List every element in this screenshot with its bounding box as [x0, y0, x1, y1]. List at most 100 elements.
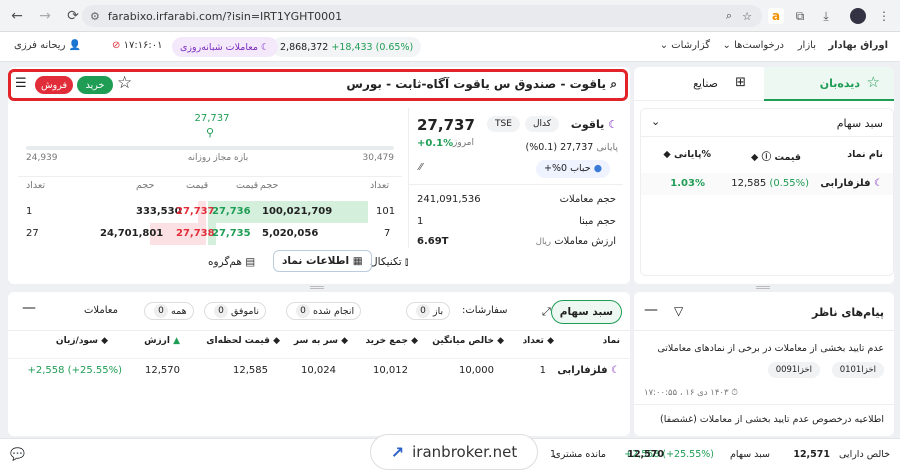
forward-icon[interactable]: → — [34, 5, 56, 27]
site-info-icon[interactable]: ⚙ — [90, 10, 100, 23]
resize-handle[interactable] — [756, 286, 770, 289]
trend-icon[interactable]: ⁄⁄ — [419, 162, 422, 173]
tab-industries[interactable]: صنایع ⊞ — [634, 67, 764, 101]
amazon-extension-icon[interactable]: a — [768, 8, 784, 24]
ob-sell-volume: 24,701,801 — [100, 228, 164, 239]
moon-icon: ☾ — [611, 365, 620, 376]
exchange-tag: TSE — [487, 116, 520, 132]
chat-icon[interactable]: 💬 — [10, 447, 25, 461]
minimize-icon[interactable]: — — [644, 302, 658, 318]
ob-header-buy-volume: حجم — [260, 180, 279, 191]
browser-menu-icon[interactable]: ⋮ — [876, 8, 892, 24]
buy-button[interactable]: خرید — [77, 76, 113, 94]
reload-icon[interactable]: ⟳ — [62, 5, 84, 27]
watchlist-star-icon[interactable]: ☆ — [117, 73, 132, 93]
filter-icon[interactable]: ▽ — [674, 304, 683, 318]
user-menu[interactable]: 👤 ریحانه فرزی — [14, 40, 81, 51]
col-value[interactable]: ▲ ارزش — [144, 336, 180, 346]
menu-market[interactable]: بازار — [798, 40, 816, 51]
watch-row[interactable]: ☾ فلزفارابی 12,585 (0.55%) 1.03% — [641, 173, 893, 195]
message-tag[interactable]: اخزا0101 — [831, 362, 884, 378]
watch-symbol-name: فلزفارابی — [820, 178, 871, 189]
filter-all-label: همه — [171, 305, 187, 317]
back-icon[interactable]: ← — [6, 5, 28, 27]
trades-tab[interactable]: معاملات — [84, 305, 118, 316]
range-marker-icon: ⚲ — [206, 126, 215, 139]
codal-tag[interactable]: کدال — [525, 116, 560, 132]
ob-sell-price[interactable]: 27,737 — [176, 206, 215, 217]
col-count[interactable]: ◆ تعداد — [523, 336, 554, 346]
connection-icon: ⊘ — [112, 40, 121, 51]
address-bar[interactable]: ⚙ farabixo.irfarabi.com/?isin=IRT1YGHT00… — [82, 5, 762, 27]
tab-watch[interactable]: دیده‌بان ☆ — [764, 67, 894, 101]
stat-volume-value: 241,091,536 — [417, 194, 481, 205]
today-label: امروز — [453, 138, 474, 148]
list-icon[interactable]: ☰ — [15, 76, 27, 91]
symbol-title[interactable]: ⌕ یاقوت - صندوق س یاقوت آگاه-ثابت - بورس — [346, 77, 617, 92]
filter-done[interactable]: انجام شده 0 — [286, 302, 362, 320]
message-text[interactable]: اطلاعیه درخصوص عدم تایید بخشی از معاملات… — [644, 414, 884, 425]
stat-value-value: 6.69T — [417, 236, 449, 247]
profile-avatar[interactable] — [850, 8, 866, 24]
filter-all[interactable]: همه 0 — [144, 302, 194, 320]
tab-technical[interactable]: ⫾ تکنیکال — [370, 256, 408, 269]
portfolio-row[interactable]: ☾ فلزفارابی 1 10,000 10,012 10,024 12,58… — [8, 358, 630, 382]
sell-button[interactable]: فروش — [35, 76, 73, 94]
tab-peers-label: هم‌گروه — [208, 256, 242, 268]
col-buy-sum[interactable]: ◆ جمع خرید — [365, 336, 418, 346]
chevron-down-icon: ⌄ — [659, 40, 669, 51]
zoom-icon[interactable]: ⌕ — [726, 9, 732, 23]
watch-header-name[interactable]: نام نماد — [847, 149, 883, 160]
download-icon[interactable]: ⤓ — [818, 8, 834, 24]
ob-header-buy-count: تعداد — [370, 180, 390, 191]
browser-bar: ← → ⟳ ⚙ farabixo.irfarabi.com/?isin=IRT1… — [0, 0, 900, 32]
minimize-icon[interactable]: — — [22, 300, 36, 316]
col-avg[interactable]: ◆ خالص میانگین — [432, 336, 504, 346]
ob-row[interactable]: 27 24,701,801 27,738 27,735 5,020,056 7 — [18, 223, 402, 245]
watch-price-change: (0.55%) — [769, 178, 809, 189]
watch-header-closing[interactable]: %پایانی ◆ — [663, 149, 711, 160]
tab-basket[interactable]: سبد سهام — [550, 300, 622, 324]
extensions-icon[interactable]: ⧉ — [792, 8, 808, 24]
ob-row[interactable]: 1 333,530 27,737 27,736 100,021,709 101 — [18, 201, 402, 223]
filter-failed[interactable]: ناموفق 0 — [204, 302, 266, 320]
row-buy-sum: 10,012 — [373, 365, 408, 376]
symbol-bar: ⌕ یاقوت - صندوق س یاقوت آگاه-ثابت - بورس… — [8, 69, 628, 101]
resize-handle[interactable] — [310, 286, 324, 289]
ob-buy-price[interactable]: 27,736 — [212, 206, 251, 217]
col-breakeven-label: سر به سر — [293, 336, 338, 346]
expand-icon[interactable]: ⤢ — [542, 305, 551, 319]
filter-failed-count: 0 — [214, 304, 228, 318]
market-index[interactable]: 2,868,372 +18,433 (0.65%) — [272, 37, 422, 57]
bookmark-star-icon[interactable]: ☆ — [742, 10, 752, 23]
filter-open[interactable]: باز 0 — [406, 302, 451, 320]
col-breakeven[interactable]: ◆ سر به سر — [294, 336, 348, 346]
index-change: +18,433 (0.65%) — [331, 41, 414, 53]
ob-sell-price[interactable]: 27,738 — [176, 228, 215, 239]
footer-basket-value: 12,570 — [627, 449, 664, 460]
message-time-text: ۱۴۰۳ دی ۱۶ ، ۱۷:۰۰:۵۵ — [644, 388, 729, 398]
col-price[interactable]: ◆ قیمت لحظه‌ای — [206, 336, 280, 346]
message-tag[interactable]: اخزا0091 — [767, 362, 820, 378]
menu-securities[interactable]: اوراق بهادار — [828, 40, 888, 51]
tab-watch-label: دیده‌بان — [819, 77, 860, 90]
row-breakeven: 10,024 — [301, 365, 336, 376]
overnight-trading-chip[interactable]: ☾ معاملات شبانه‌روزی — [172, 37, 278, 57]
basket-dropdown[interactable]: سبد سهام ⌄ — [641, 109, 893, 137]
symbol-name: ☾ یاقوت — [571, 118, 618, 131]
bubble-value: 0%+ — [544, 163, 568, 174]
overnight-label: معاملات شبانه‌روزی — [180, 41, 258, 53]
menu-requests[interactable]: درخواست‌ها ⌄ — [722, 40, 784, 51]
price-range: 27,737 ⚲ 24,939 30,479 بازه مجاز روزانه — [18, 108, 398, 174]
tab-symbol-info[interactable]: ▦ اطلاعات نماد — [273, 250, 372, 272]
menu-reports[interactable]: گزارشات ⌄ — [660, 40, 710, 51]
footer-assets-value: 12,571 — [793, 449, 830, 460]
tab-peers[interactable]: ▤ هم‌گروه — [208, 256, 255, 268]
col-pl[interactable]: ◆ سود/زیان — [56, 336, 108, 346]
basket-card: سبد سهام ⌄ نام نماد قیمت ⓘ ◆ %پایانی ◆ ☾… — [640, 108, 894, 276]
col-symbol[interactable]: نماد — [603, 336, 620, 346]
watermark-text: iranbroker.net — [412, 443, 518, 461]
message-text[interactable]: عدم تایید بخشی از معاملات در برخی از نما… — [644, 342, 884, 356]
watch-header-price[interactable]: قیمت ⓘ ◆ — [751, 149, 801, 163]
ob-buy-price[interactable]: 27,735 — [212, 228, 251, 239]
